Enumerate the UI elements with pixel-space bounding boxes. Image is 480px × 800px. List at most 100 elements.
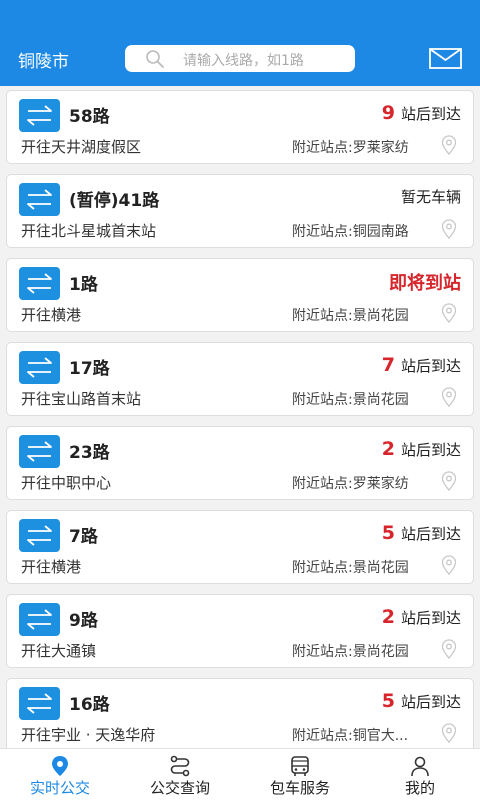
arrival-status: 2 站后到达 [382,438,461,460]
swap-arrows-icon [27,525,52,546]
route-badge [19,183,60,216]
route-direction: 开往宝山路首末站 [21,390,142,408]
tab-label: 实时公交 [29,779,90,797]
nearby-stop-label: 附近站点: [292,224,353,240]
route-direction: 开往横港 [21,306,82,324]
location-pin-icon[interactable] [441,555,457,575]
nearby-stop-label: 附近站点: [292,308,353,324]
arrival-status-text: 站后到达 [400,441,461,459]
nearby-stop-name: 景尚花园 [352,392,409,408]
nearby-stop-label: 附近站点: [292,140,353,156]
route-icon [170,755,190,777]
route-badge [19,99,60,132]
nearby-stop: 附近站点:景尚花园 [292,305,409,325]
arrival-status: 9 站后到达 [382,102,461,124]
tab-mine[interactable]: 我的 [360,749,480,800]
tab-label: 我的 [404,779,435,797]
nearby-stop-name: 铜官大... [352,728,409,744]
arrival-status-text: 站后到达 [400,105,461,123]
swap-arrows-icon [27,441,52,462]
route-badge [19,435,60,468]
location-pin-icon[interactable] [441,471,457,491]
location-pin-icon[interactable] [441,387,457,407]
arrival-status: 5 站后到达 [382,522,461,544]
arrival-status-text: 站后到达 [400,609,461,627]
route-direction: 开往横港 [21,558,82,576]
nearby-stop-name: 景尚花园 [352,644,409,660]
nearby-stop-label: 附近站点: [292,560,353,576]
location-pin-icon [52,756,68,776]
nearby-stop-label: 附近站点: [292,392,353,408]
route-card[interactable]: (暂停)41路 暂无车辆开往北斗星城首末站 附近站点:铜园南路 [6,174,474,248]
route-card[interactable]: 7路 5 站后到达开往横港 附近站点:景尚花园 [6,510,474,584]
swap-arrows-icon [27,105,52,126]
location-pin-icon[interactable] [441,303,457,323]
swap-arrows-icon [27,189,52,210]
swap-arrows-icon [27,357,52,378]
route-name: 16路 [69,695,110,715]
search-bar[interactable]: 请输入线路，如1路 [125,45,355,72]
location-pin-icon[interactable] [441,639,457,659]
app-header: 铜陵市 请输入线路，如1路 [0,0,480,86]
route-list[interactable]: 58路 9 站后到达 开往天井湖度假区 附近站点:罗莱家纺 (暂停)41路 暂无车辆 开往北斗… [0,86,480,748]
route-name: 7路 [69,527,98,547]
stops-away-count: 5 [381,522,395,544]
nearby-stop-name: 铜园南路 [352,224,409,240]
bus-icon [291,756,309,776]
swap-arrows-icon [27,609,52,630]
nearby-stop: 附近站点:景尚花园 [292,557,409,577]
nearby-stop: 附近站点:铜园南路 [292,221,409,241]
location-pin-icon[interactable] [441,135,457,155]
arrival-status-text: 暂无车辆 [400,188,461,206]
route-direction: 开往天井湖度假区 [21,138,142,156]
route-direction: 开往北斗星城首末站 [21,222,157,240]
route-badge [19,603,60,636]
mail-icon[interactable] [429,48,462,69]
stops-away-count: 5 [381,690,395,712]
arrival-status-text: 站后到达 [400,357,461,375]
route-card[interactable]: 17路 7 站后到达开往宝山路首末站 附近站点:景尚花园 [6,342,474,416]
stops-away-count: 2 [381,438,395,460]
tab-label: 公交查询 [149,779,210,797]
route-badge [19,267,60,300]
route-direction: 开往大通镇 [21,642,97,660]
tab-bus-query[interactable]: 公交查询 [120,749,240,800]
stops-away-count: 2 [381,606,395,628]
nearby-stop-name: 景尚花园 [352,560,409,576]
route-direction: 开往中职中心 [21,474,112,492]
nearby-stop-name: 景尚花园 [352,308,409,324]
route-name: 23路 [69,443,110,463]
route-name: 17路 [69,359,110,379]
location-pin-icon[interactable] [441,219,457,239]
route-name: (暂停)41路 [69,191,160,211]
nearby-stop-name: 罗莱家纺 [352,140,409,156]
user-icon [411,756,429,777]
arrival-status-text: 站后到达 [400,693,461,711]
location-pin-icon[interactable] [441,723,457,743]
route-card[interactable]: 9路 2 站后到达 开往大通镇 附近站点:景尚花园 [6,594,474,668]
swap-arrows-icon [27,693,52,714]
stops-away-count: 7 [381,354,395,376]
route-card[interactable]: 1路 即将到站开往横港 附近站点:景尚花园 [6,258,474,332]
tab-charter-service[interactable]: 包车服务 [240,749,360,800]
arrival-status: 5 站后到达 [382,690,461,712]
arrival-status: 7 站后到达 [382,354,461,376]
search-input[interactable]: 请输入线路，如1路 [183,50,304,70]
route-direction: 开往宇业 · 天逸华府 [21,726,156,744]
nearby-stop: 附近站点:景尚花园 [292,389,409,409]
arrival-status-text: 即将到站 [389,273,461,294]
search-icon [146,50,164,68]
route-name: 1路 [69,275,98,295]
arrival-status-text: 站后到达 [400,525,461,543]
stops-away-count: 9 [381,102,395,124]
route-card[interactable]: 58路 9 站后到达开往天井湖度假区 附近站点:罗莱家纺 [6,90,474,164]
route-badge [19,351,60,384]
route-card[interactable]: 16路 5 站后到达 开往宇业 · 天逸华府 附近站点:铜官大... [6,678,474,748]
route-card[interactable]: 23路 2 站后到达 开往中职中心 附近站点:罗莱家纺 [6,426,474,500]
nearby-stop: 附近站点:罗莱家纺 [292,137,409,157]
route-name: 9路 [69,611,98,631]
swap-arrows-icon [27,273,52,294]
tab-realtime-bus[interactable]: 实时公交 [0,749,120,800]
route-name: 58路 [69,107,110,127]
city-selector[interactable]: 铜陵市 [18,47,69,72]
